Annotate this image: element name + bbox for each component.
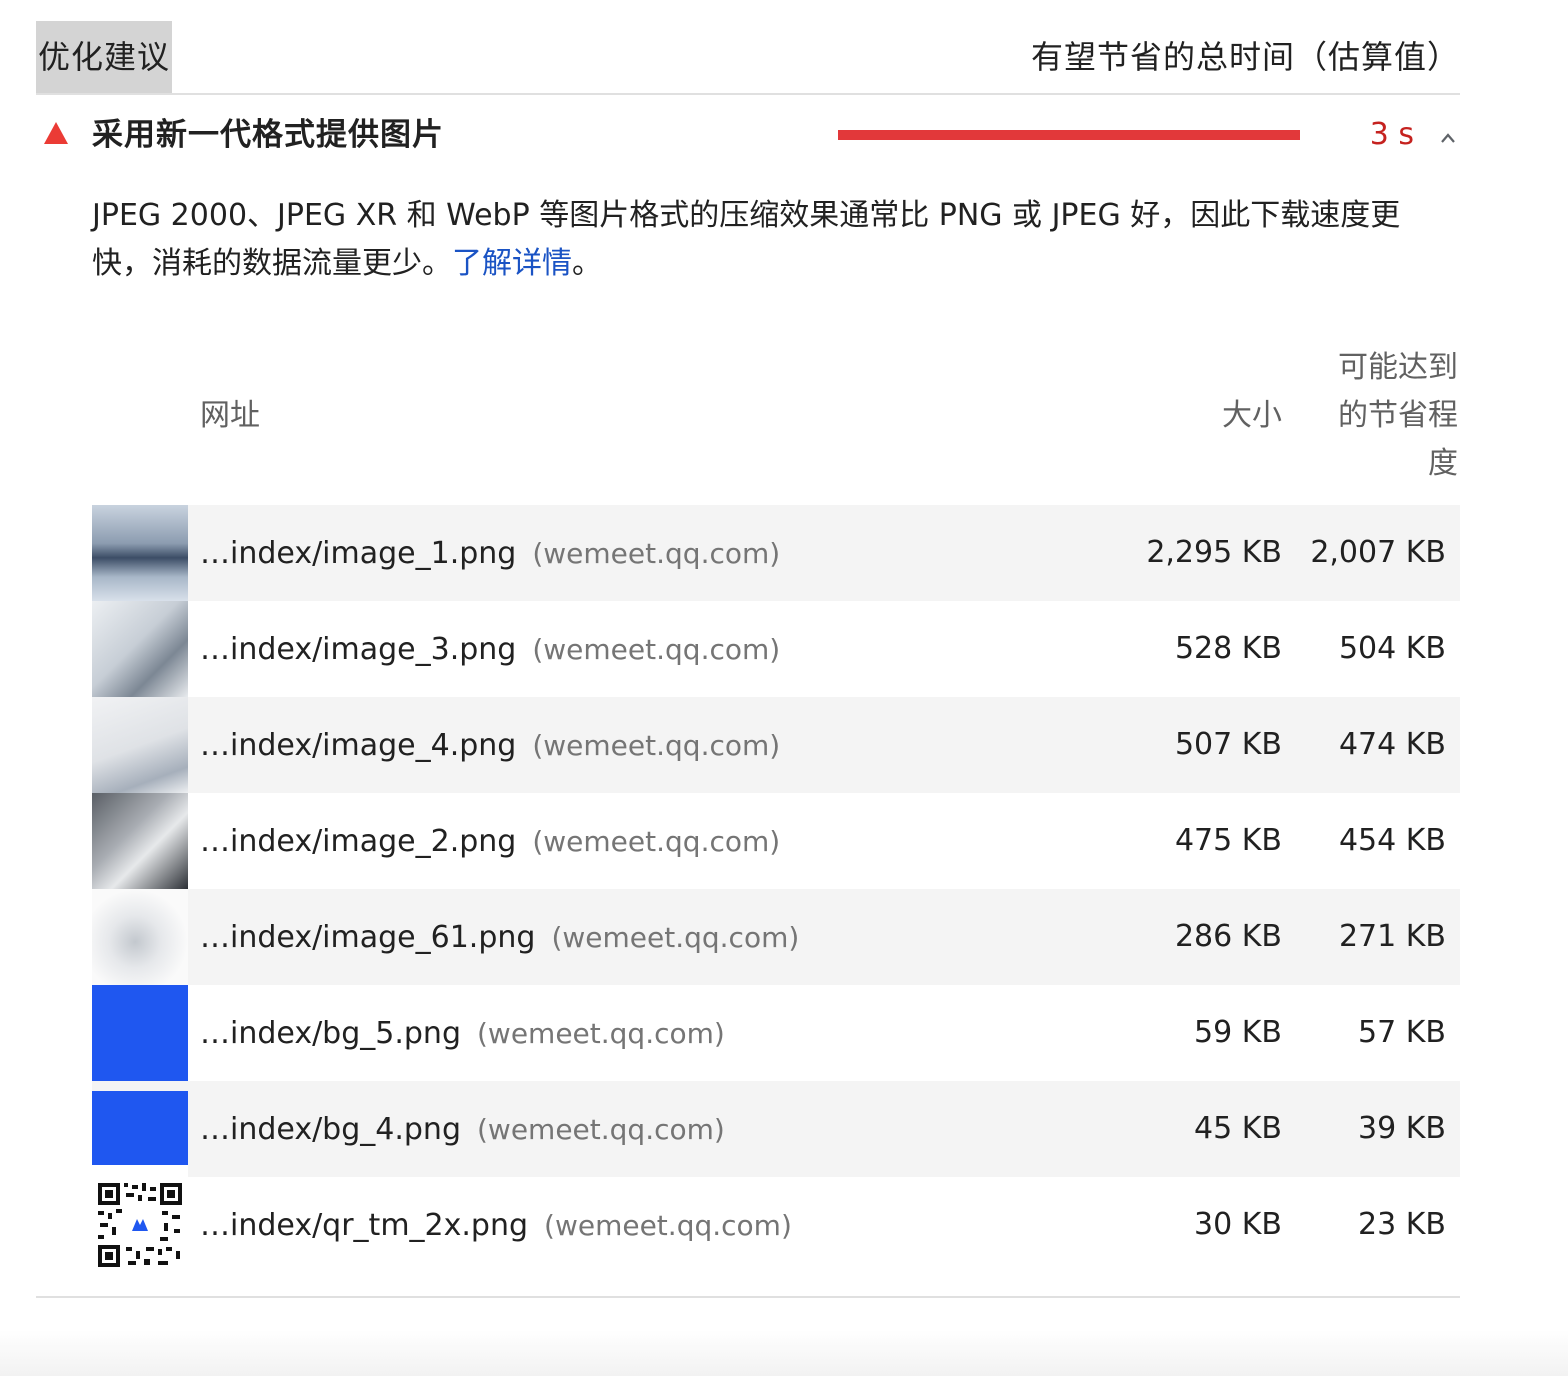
opportunities-header: 优化建议: [36, 21, 173, 93]
size-cell: 507 KB: [1174, 727, 1282, 762]
url-cell: …index/bg_5.png (wemeet.qq.com): [200, 1016, 725, 1051]
image-thumbnail: [92, 601, 188, 697]
url-cell: …index/image_4.png (wemeet.qq.com): [200, 728, 780, 763]
url-path[interactable]: …index/image_3.png: [200, 632, 516, 667]
url-cell: …index/image_3.png (wemeet.qq.com): [200, 632, 780, 667]
savings-sparkline: [838, 130, 1300, 140]
description-end: 。: [572, 246, 602, 281]
image-thumbnail: [92, 985, 188, 1081]
url-cell: …index/image_1.png (wemeet.qq.com): [200, 536, 780, 571]
url-host: (wemeet.qq.com): [544, 1208, 792, 1242]
url-host: (wemeet.qq.com): [477, 1016, 725, 1050]
estimated-savings-header: 有望节省的总时间（估算值）: [1030, 38, 1460, 76]
table-row: …index/image_3.png (wemeet.qq.com) 528 K…: [92, 601, 1460, 697]
size-cell: 30 KB: [1194, 1207, 1282, 1242]
image-thumbnail: [92, 793, 188, 889]
savings-cell: 271 KB: [1338, 919, 1446, 954]
savings-value: 3 s: [1369, 117, 1414, 152]
size-cell: 286 KB: [1174, 919, 1282, 954]
savings-cell: 39 KB: [1358, 1111, 1446, 1146]
url-cell: …index/image_61.png (wemeet.qq.com): [200, 920, 799, 955]
url-host: (wemeet.qq.com): [532, 536, 781, 570]
image-thumbnail: [92, 505, 188, 601]
savings-cell: 454 KB: [1338, 823, 1446, 858]
size-cell: 59 KB: [1194, 1015, 1282, 1050]
details-table: …index/image_1.png (wemeet.qq.com) 2,295…: [92, 505, 1460, 1273]
url-path[interactable]: …index/bg_4.png: [200, 1112, 461, 1147]
table-row: …index/image_61.png (wemeet.qq.com) 286 …: [92, 889, 1460, 985]
section-divider: [36, 1296, 1460, 1298]
table-row: …index/image_4.png (wemeet.qq.com) 507 K…: [92, 697, 1460, 793]
image-thumbnail: [92, 1081, 188, 1177]
image-thumbnail: [92, 889, 188, 985]
qr-code-thumbnail: [92, 1177, 188, 1273]
table-row: …index/qr_tm_2x.png (wemeet.qq.com) 30 K…: [92, 1177, 1460, 1273]
savings-sparkline-fill: [838, 130, 1300, 140]
page-bottom-shade: [0, 1330, 1568, 1376]
column-header-size: 大小: [1222, 398, 1282, 433]
description-text: JPEG 2000、JPEG XR 和 WebP 等图片格式的压缩效果通常比 P…: [92, 198, 1401, 281]
savings-cell: 474 KB: [1338, 727, 1446, 762]
url-cell: …index/qr_tm_2x.png (wemeet.qq.com): [200, 1208, 792, 1243]
learn-more-link[interactable]: 了解详情: [452, 246, 572, 281]
chevron-up-icon[interactable]: [1440, 130, 1456, 146]
image-thumbnail: [92, 697, 188, 793]
savings-cell: 23 KB: [1358, 1207, 1446, 1242]
url-path[interactable]: …index/qr_tm_2x.png: [200, 1208, 528, 1243]
savings-cell: 2,007 KB: [1310, 535, 1446, 570]
audit-title[interactable]: 采用新一代格式提供图片: [92, 110, 444, 160]
url-host: (wemeet.qq.com): [551, 920, 800, 954]
url-path[interactable]: …index/bg_5.png: [200, 1016, 461, 1051]
table-row: …index/bg_5.png (wemeet.qq.com) 59 KB 57…: [92, 985, 1460, 1081]
table-row: …index/image_1.png (wemeet.qq.com) 2,295…: [92, 505, 1460, 601]
table-row: …index/image_2.png (wemeet.qq.com) 475 K…: [92, 793, 1460, 889]
table-row: …index/bg_4.png (wemeet.qq.com) 45 KB 39…: [92, 1081, 1460, 1177]
column-header-url: 网址: [200, 398, 260, 433]
url-path[interactable]: …index/image_1.png: [200, 536, 516, 571]
lighthouse-opportunities-panel: 优化建议 有望节省的总时间（估算值） 采用新一代格式提供图片 3 s JPEG …: [0, 0, 1568, 1376]
url-path[interactable]: …index/image_61.png: [200, 920, 535, 955]
url-host: (wemeet.qq.com): [532, 632, 781, 666]
url-cell: …index/bg_4.png (wemeet.qq.com): [200, 1112, 725, 1147]
url-host: (wemeet.qq.com): [477, 1112, 725, 1146]
size-cell: 528 KB: [1174, 631, 1282, 666]
column-header-savings: 可能达到的节省程度: [1338, 350, 1458, 481]
url-host: (wemeet.qq.com): [532, 824, 781, 858]
header-divider: [36, 93, 1460, 95]
size-cell: 2,295 KB: [1146, 535, 1282, 570]
url-path[interactable]: …index/image_2.png: [200, 824, 516, 859]
qr-code-icon: [98, 1183, 182, 1267]
size-cell: 475 KB: [1174, 823, 1282, 858]
url-path[interactable]: …index/image_4.png: [200, 728, 516, 763]
savings-cell: 57 KB: [1358, 1015, 1446, 1050]
warning-triangle-icon: [44, 122, 68, 144]
size-cell: 45 KB: [1194, 1111, 1282, 1146]
savings-cell: 504 KB: [1338, 631, 1446, 666]
audit-description: JPEG 2000、JPEG XR 和 WebP 等图片格式的压缩效果通常比 P…: [92, 192, 1442, 288]
url-host: (wemeet.qq.com): [532, 728, 781, 762]
url-cell: …index/image_2.png (wemeet.qq.com): [200, 824, 780, 859]
